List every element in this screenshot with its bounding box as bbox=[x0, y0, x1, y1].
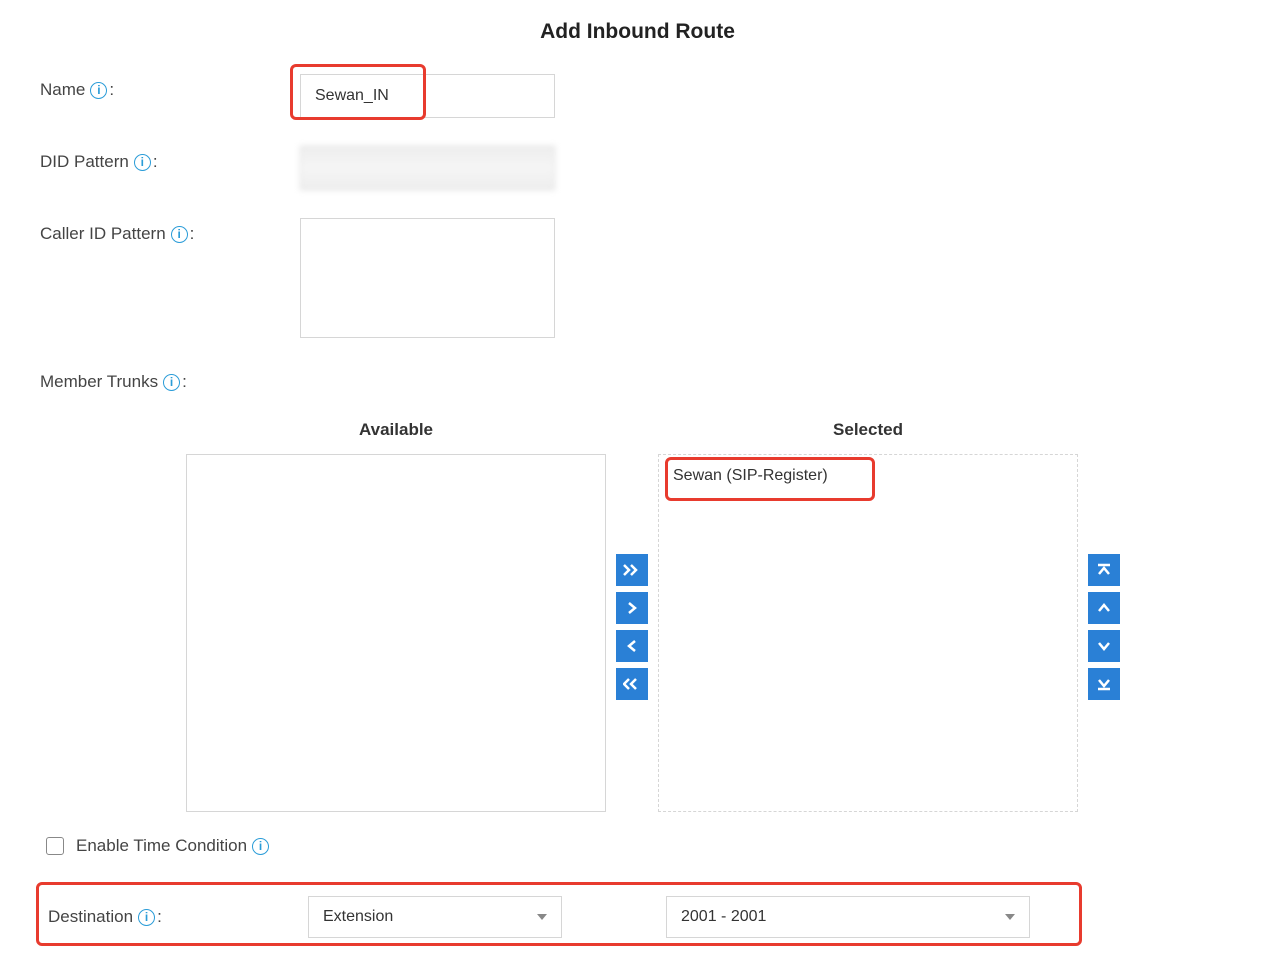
move-up-button[interactable] bbox=[1088, 592, 1120, 624]
selected-header: Selected bbox=[833, 420, 903, 440]
info-icon[interactable]: i bbox=[138, 909, 155, 926]
page-title: Add Inbound Route bbox=[40, 20, 1235, 44]
chevron-down-icon bbox=[537, 914, 547, 920]
move-bottom-button[interactable] bbox=[1088, 668, 1120, 700]
list-item[interactable]: Sewan (SIP-Register) bbox=[659, 459, 1077, 493]
label-did-pattern: DID Pattern i : bbox=[40, 146, 300, 172]
did-pattern-input[interactable] bbox=[300, 146, 555, 190]
info-icon[interactable]: i bbox=[252, 838, 269, 855]
destination-target-dropdown[interactable]: 2001 - 2001 bbox=[666, 896, 1030, 938]
destination-type-dropdown[interactable]: Extension bbox=[308, 896, 562, 938]
dropdown-value: 2001 - 2001 bbox=[681, 908, 766, 926]
enable-time-checkbox[interactable] bbox=[46, 837, 64, 855]
chevron-down-icon bbox=[1005, 914, 1015, 920]
move-left-button[interactable] bbox=[616, 630, 648, 662]
name-input[interactable] bbox=[300, 74, 555, 118]
info-icon[interactable]: i bbox=[134, 154, 151, 171]
available-listbox[interactable] bbox=[186, 454, 606, 812]
info-icon[interactable]: i bbox=[90, 82, 107, 99]
caller-id-pattern-input[interactable] bbox=[300, 218, 555, 338]
label-caller-id-pattern: Caller ID Pattern i : bbox=[40, 218, 300, 244]
available-header: Available bbox=[359, 420, 433, 440]
move-top-button[interactable] bbox=[1088, 554, 1120, 586]
enable-time-label: Enable Time Condition bbox=[76, 836, 247, 856]
info-icon[interactable]: i bbox=[171, 226, 188, 243]
selected-listbox[interactable]: Sewan (SIP-Register) bbox=[658, 454, 1078, 812]
move-down-button[interactable] bbox=[1088, 630, 1120, 662]
label-destination: Destination i : bbox=[48, 907, 308, 927]
move-all-left-button[interactable] bbox=[616, 668, 648, 700]
move-right-button[interactable] bbox=[616, 592, 648, 624]
move-all-right-button[interactable] bbox=[616, 554, 648, 586]
label-member-trunks: Member Trunks i : bbox=[40, 366, 300, 392]
dropdown-value: Extension bbox=[323, 908, 393, 926]
info-icon[interactable]: i bbox=[163, 374, 180, 391]
label-name: Name i : bbox=[40, 74, 300, 100]
